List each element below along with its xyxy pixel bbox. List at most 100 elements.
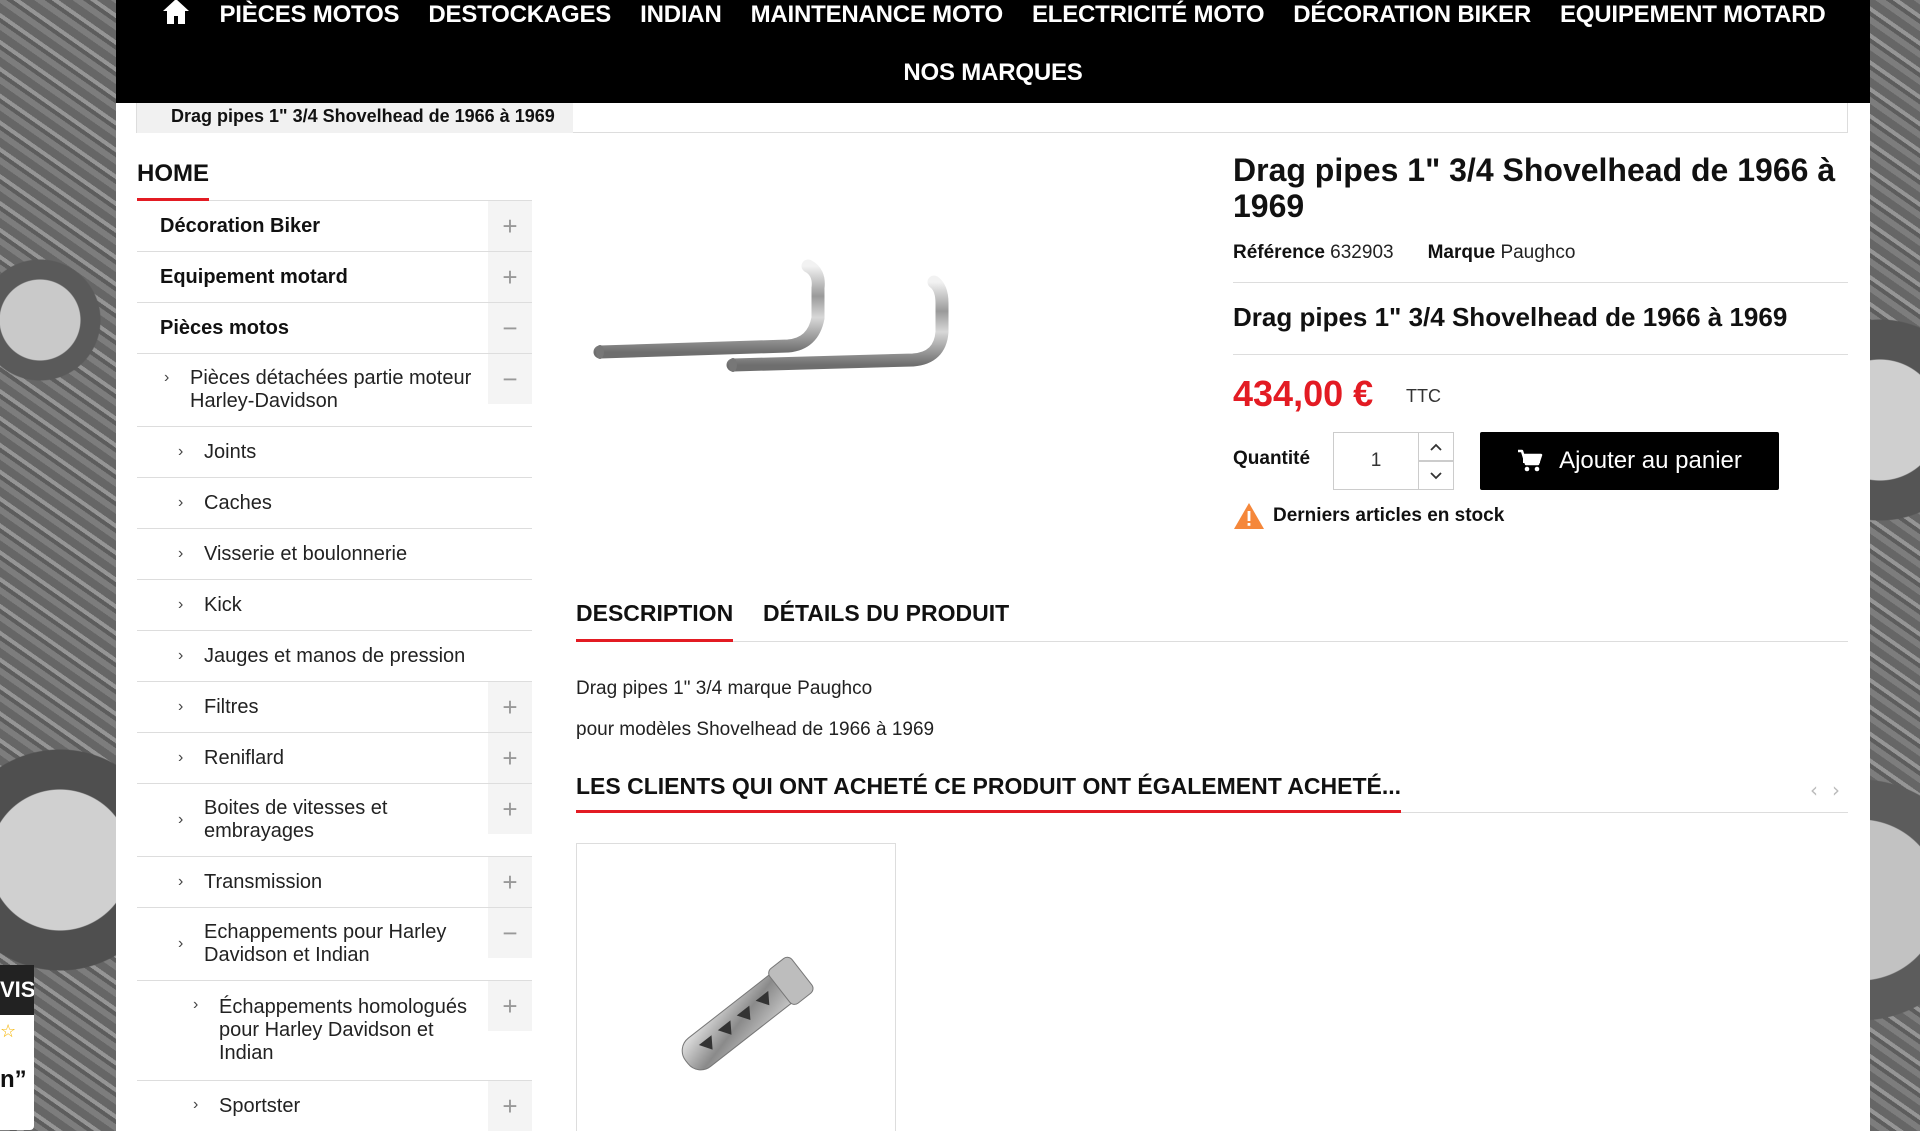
product-subtitle: Drag pipes 1" 3/4 Shovelhead de 1966 à 1… bbox=[1233, 302, 1788, 332]
sidebar-item-label: Pièces détachées partie moteur Harley-Da… bbox=[190, 367, 472, 412]
breadcrumb: Drag pipes 1" 3/4 Shovelhead de 1966 à 1… bbox=[136, 103, 1848, 133]
sidebar-item-label: Joints bbox=[204, 440, 257, 463]
sidebar-item[interactable]: › Filtres + bbox=[137, 682, 532, 733]
chevron-right-icon: › bbox=[178, 698, 184, 715]
chevron-down-icon bbox=[1430, 471, 1442, 479]
quantity-increase-button[interactable] bbox=[1418, 432, 1454, 461]
tax-label: TTC bbox=[1406, 386, 1441, 406]
nav-item-pieces-motos[interactable]: PIÈCES MOTOS bbox=[220, 1, 400, 29]
sidebar-item[interactable]: Pièces motos − bbox=[137, 303, 532, 354]
expand-icon[interactable]: + bbox=[488, 733, 532, 783]
reference-field: Référence 632903 bbox=[1233, 242, 1394, 264]
product-card[interactable] bbox=[576, 843, 896, 1131]
quantity-input[interactable]: 1 bbox=[1333, 432, 1419, 490]
sidebar-item[interactable]: Equipement motard + bbox=[137, 252, 532, 303]
chevron-right-icon: › bbox=[178, 545, 184, 562]
chevron-right-icon: › bbox=[178, 494, 184, 511]
sidebar-item[interactable]: › Echappements pour Harley Davidson et In… bbox=[137, 908, 532, 981]
stock-notice: Derniers articles en stock bbox=[1233, 502, 1504, 530]
sidebar-item-label: Caches bbox=[204, 491, 272, 514]
chevron-left-icon[interactable]: ‹ bbox=[1810, 778, 1818, 802]
page-container: PIÈCES MOTOS DESTOCKAGES INDIAN MAINTENA… bbox=[116, 0, 1870, 1131]
product-title: Drag pipes 1" 3/4 Shovelhead de 1966 à 1… bbox=[1233, 152, 1836, 224]
sidebar-item[interactable]: › Visserie et boulonnerie bbox=[137, 529, 532, 580]
sidebar-item-label: Echappements pour Harley Davidson et Ind… bbox=[204, 921, 447, 966]
product-main-image[interactable] bbox=[578, 228, 1070, 448]
sidebar-item[interactable]: › Joints bbox=[137, 427, 532, 478]
divider bbox=[1233, 354, 1848, 355]
sidebar-item[interactable]: › Jauges et manos de pression bbox=[137, 631, 532, 682]
reference-label: Référence bbox=[1233, 242, 1325, 263]
reviews-widget[interactable]: VIS ☆ bbox=[0, 965, 34, 1130]
sidebar-item[interactable]: › Pièces détachées partie moteur Harley-D… bbox=[137, 354, 532, 427]
expand-icon[interactable]: + bbox=[488, 784, 532, 834]
reviews-widget-head: VIS bbox=[0, 965, 34, 1015]
expand-icon[interactable]: + bbox=[488, 682, 532, 732]
sidebar-item-label: Boites de vitesses et embrayages bbox=[204, 797, 388, 842]
chevron-right-icon: › bbox=[178, 935, 184, 952]
expand-icon[interactable]: + bbox=[488, 857, 532, 907]
brand-value[interactable]: Paughco bbox=[1500, 242, 1575, 263]
quantity-label: Quantité bbox=[1233, 448, 1311, 469]
nav-item-electricite-moto[interactable]: ELECTRICITÉ MOTO bbox=[1032, 1, 1265, 29]
sidebar-item[interactable]: › Transmission + bbox=[137, 857, 532, 908]
expand-icon[interactable]: + bbox=[488, 1081, 532, 1131]
home-icon[interactable] bbox=[161, 0, 191, 26]
sidebar-item[interactable]: › Sportster + bbox=[137, 1081, 532, 1131]
nav-item-equipement-motard[interactable]: EQUIPEMENT MOTARD bbox=[1560, 1, 1826, 29]
stock-notice-text: Derniers articles en stock bbox=[1273, 505, 1505, 526]
chevron-right-icon: › bbox=[178, 749, 184, 766]
chevron-right-icon: › bbox=[178, 596, 184, 613]
collapse-icon[interactable]: − bbox=[488, 303, 532, 353]
description-line: Drag pipes 1" 3/4 marque Paughco bbox=[576, 678, 873, 699]
quantity-decrease-button[interactable] bbox=[1418, 461, 1454, 490]
tab-product-details[interactable]: DÉTAILS DU PRODUIT bbox=[763, 600, 1009, 642]
nav-row-secondary: NOS MARQUES bbox=[116, 56, 1870, 90]
also-bought-section: LES CLIENTS QUI ONT ACHETÉ CE PRODUIT ON… bbox=[576, 773, 1848, 813]
product-card-image bbox=[681, 956, 814, 1071]
nav-item-indian[interactable]: INDIAN bbox=[640, 1, 722, 29]
category-tree: Décoration Biker + Equipement motard + Pièce… bbox=[137, 200, 532, 1131]
sidebar-item[interactable]: › Kick bbox=[137, 580, 532, 631]
warning-icon bbox=[1234, 503, 1264, 529]
sidebar-item-label: Visserie et boulonnerie bbox=[204, 542, 408, 565]
nav-item-maintenance-moto[interactable]: MAINTENANCE MOTO bbox=[751, 1, 1004, 29]
nav-item-destockages[interactable]: DESTOCKAGES bbox=[428, 1, 611, 29]
expand-icon[interactable]: + bbox=[488, 981, 532, 1031]
tab-description[interactable]: DESCRIPTION bbox=[576, 600, 734, 642]
sidebar-item[interactable]: Décoration Biker + bbox=[137, 201, 532, 252]
nav-item-decoration-biker[interactable]: DÉCORATION BIKER bbox=[1293, 1, 1531, 29]
brand-label: Marque bbox=[1427, 242, 1496, 263]
sidebar-item-label: Transmission bbox=[204, 870, 323, 893]
chevron-up-icon bbox=[1430, 443, 1442, 451]
expand-icon[interactable]: + bbox=[488, 201, 532, 251]
sidebar-item-label: Kick bbox=[204, 593, 242, 616]
top-navigation: PIÈCES MOTOS DESTOCKAGES INDIAN MAINTENA… bbox=[116, 0, 1870, 103]
also-bought-title: LES CLIENTS QUI ONT ACHETÉ CE PRODUIT ON… bbox=[576, 773, 1402, 813]
sidebar-item[interactable]: › Échappements homologués pour Harley Dav… bbox=[137, 981, 532, 1081]
sidebar-item[interactable]: › Caches bbox=[137, 478, 532, 529]
collapse-icon[interactable]: − bbox=[488, 354, 532, 404]
product-price: 434,00 € bbox=[1233, 373, 1374, 414]
sidebar-item[interactable]: › Boites de vitesses et embrayages + bbox=[137, 784, 532, 857]
chevron-right-icon: › bbox=[193, 996, 199, 1013]
nav-row-primary: PIÈCES MOTOS DESTOCKAGES INDIAN MAINTENA… bbox=[116, 0, 1870, 30]
nav-item-nos-marques[interactable]: NOS MARQUES bbox=[903, 59, 1082, 87]
sidebar-item-label: Jauges et manos de pression bbox=[204, 644, 466, 667]
cart-icon bbox=[1518, 449, 1543, 472]
breadcrumb-current[interactable]: Drag pipes 1" 3/4 Shovelhead de 1966 à 1… bbox=[137, 103, 573, 133]
sidebar-item-label: Filtres bbox=[204, 695, 259, 718]
collapse-icon[interactable]: − bbox=[488, 908, 532, 958]
description-content: Drag pipes 1" 3/4 marque Paughco pour mo… bbox=[576, 668, 934, 750]
description-line: pour modèles Shovelhead de 1966 à 1969 bbox=[576, 719, 935, 740]
sidebar-item-label: Equipement motard bbox=[160, 265, 348, 288]
category-sidebar: HOME Décoration Biker + Equipement motard +… bbox=[137, 160, 532, 1131]
add-to-cart-button[interactable]: Ajouter au panier bbox=[1480, 432, 1779, 490]
sidebar-item-label: Pièces motos bbox=[160, 316, 289, 339]
chevron-right-icon[interactable]: › bbox=[1832, 778, 1840, 802]
sidebar-item-label: Reniflard bbox=[204, 746, 285, 769]
expand-icon[interactable]: + bbox=[488, 252, 532, 302]
reviews-widget-quote: n” bbox=[0, 1066, 27, 1093]
sidebar-title[interactable]: HOME bbox=[137, 160, 209, 201]
sidebar-item[interactable]: › Reniflard + bbox=[137, 733, 532, 784]
